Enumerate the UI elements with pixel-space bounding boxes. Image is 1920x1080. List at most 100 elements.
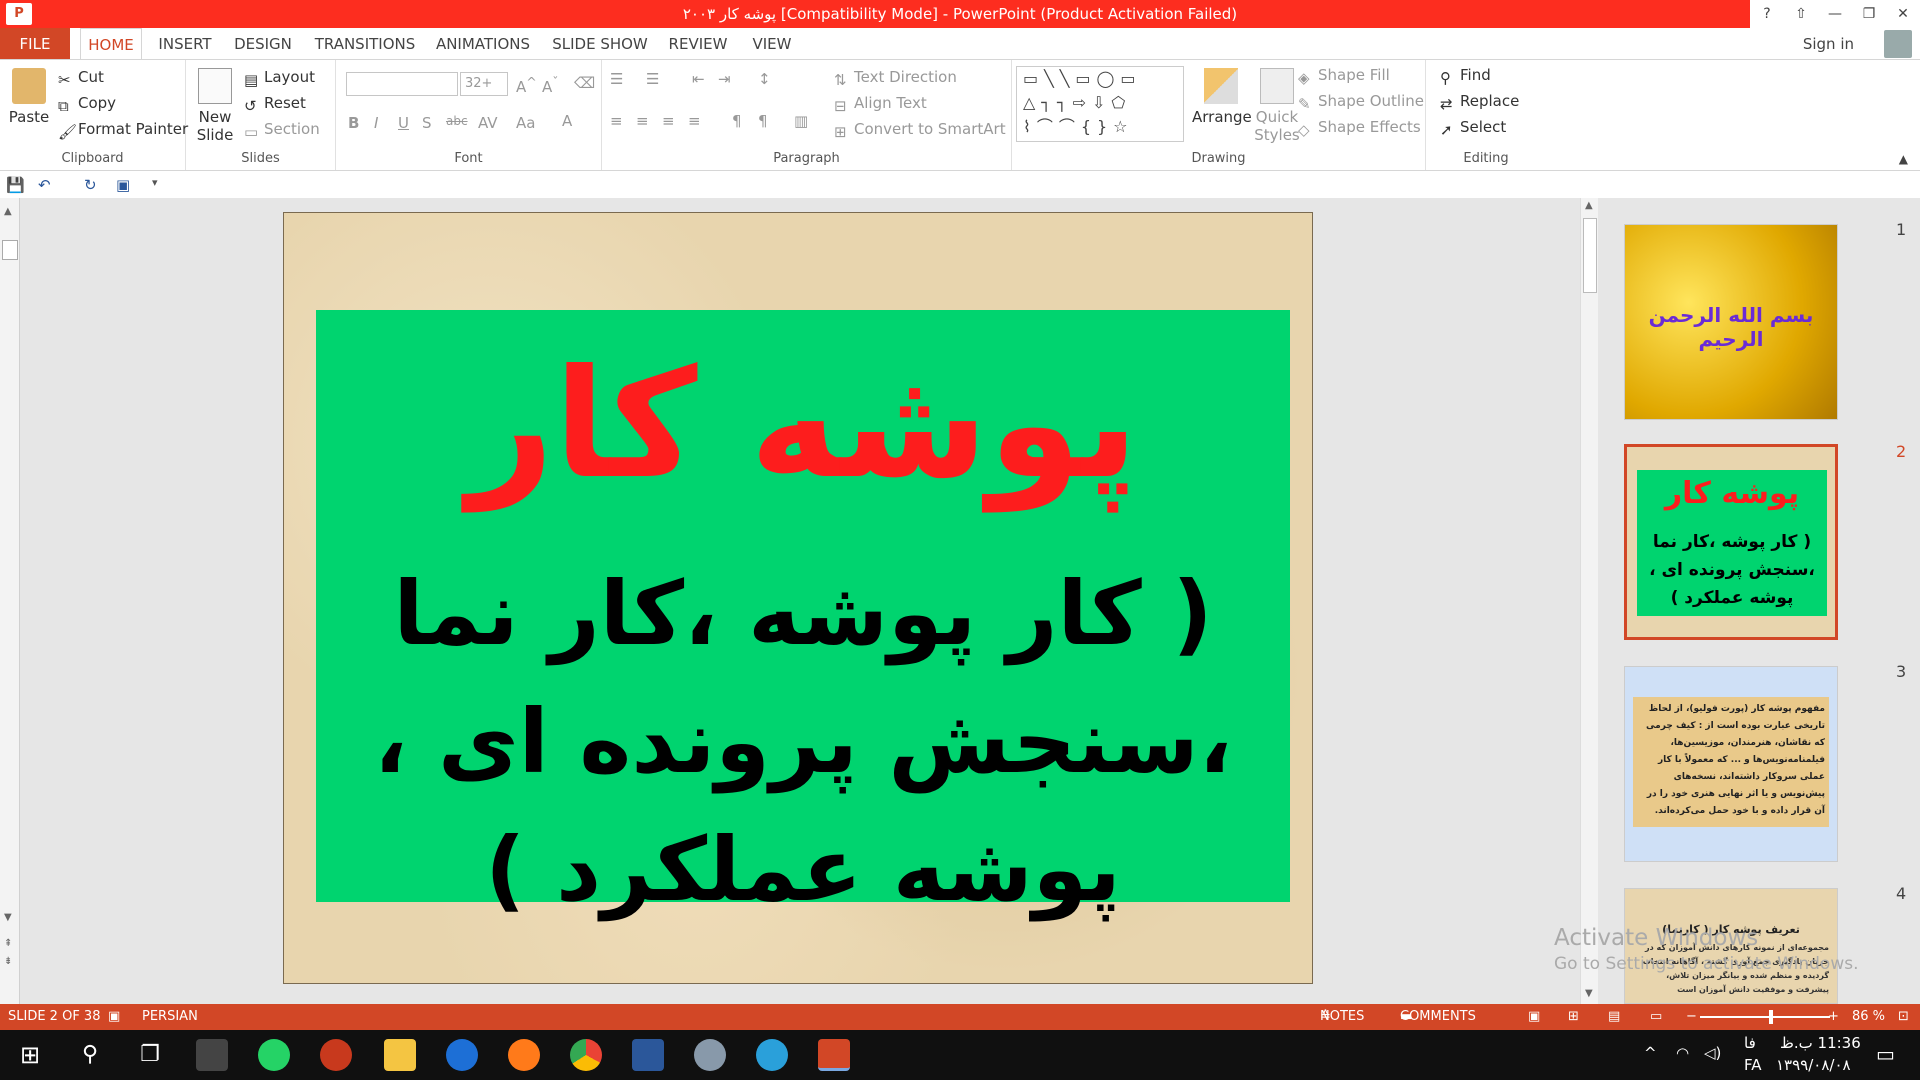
paint-icon[interactable]	[694, 1039, 726, 1071]
scroll-down-icon[interactable]: ▼	[4, 912, 12, 923]
char-spacing-icon[interactable]: AV	[478, 114, 498, 132]
slide-thumbnail-3[interactable]: مفهوم پوشه کار (پورت فولیو)، از لحاظ تار…	[1624, 666, 1838, 862]
user-avatar[interactable]	[1884, 30, 1912, 58]
slide-sorter-icon[interactable]: ⊞	[1568, 1004, 1579, 1030]
firefox-icon[interactable]	[508, 1039, 540, 1071]
copy-button[interactable]: ⧉ Copy	[58, 94, 116, 115]
taskbar-clock[interactable]: 11:36 ب.ظ	[1780, 1034, 1861, 1052]
reset-button[interactable]: ↺ Reset	[244, 94, 306, 115]
new-slide-button[interactable]: New Slide	[192, 68, 238, 144]
find-button[interactable]: ⚲ Find	[1440, 66, 1491, 87]
align-left-icon[interactable]: ≡	[610, 112, 623, 130]
tab-slide-show[interactable]: SLIDE SHOW	[548, 28, 652, 60]
start-slideshow-icon[interactable]: ▣	[116, 176, 130, 194]
slide-thumbnail-2[interactable]: پوشه کار ( کار پوشه ،کار نما ،سنجش پروند…	[1624, 444, 1838, 640]
spelling-icon[interactable]: ▣	[108, 1004, 120, 1030]
task-view-icon[interactable]: ❐	[134, 1039, 166, 1071]
wifi-icon[interactable]: ◠	[1676, 1044, 1689, 1062]
tab-view[interactable]: VIEW	[746, 28, 798, 60]
shrink-font-icon[interactable]: Aˇ	[542, 74, 559, 96]
taskbar-date[interactable]: ۱۳۹۹/۰۸/۰۸	[1776, 1056, 1851, 1074]
underline-icon[interactable]: U	[398, 114, 409, 132]
shape-effects-button[interactable]: ◇ Shape Effects	[1298, 118, 1421, 139]
redo-icon[interactable]: ↻	[84, 176, 97, 194]
line-spacing-icon[interactable]: ↕	[758, 70, 771, 88]
chrome-icon[interactable]	[570, 1039, 602, 1071]
notifications-icon[interactable]: ▭	[1876, 1042, 1895, 1066]
slide-title[interactable]: پوشه کار	[316, 340, 1290, 510]
tab-home[interactable]: HOME	[80, 28, 142, 60]
file-explorer-icon[interactable]	[384, 1039, 416, 1071]
zoom-slider[interactable]	[1700, 1010, 1830, 1024]
undo-icon[interactable]: ↶	[38, 176, 51, 194]
select-button[interactable]: ➚ Select	[1440, 118, 1506, 139]
language-indicator[interactable]: PERSIAN	[142, 1004, 198, 1030]
shape-fill-button[interactable]: ◈ Shape Fill	[1298, 66, 1390, 87]
change-case-icon[interactable]: Aa	[516, 114, 535, 132]
layout-button[interactable]: ▤ Layout	[244, 68, 315, 89]
decrease-indent-icon[interactable]: ⇤	[692, 70, 705, 88]
maximize-button[interactable]: ❐	[1852, 0, 1886, 28]
zoom-level[interactable]: 86 %	[1852, 1004, 1885, 1030]
powerpoint-taskbar-icon[interactable]	[818, 1039, 850, 1071]
scrollbar-down-icon[interactable]: ▼	[1585, 988, 1593, 999]
shape-outline-button[interactable]: ✎ Shape Outline	[1298, 92, 1424, 113]
quick-styles-button[interactable]: Quick Styles	[1252, 68, 1302, 144]
tab-insert[interactable]: INSERT	[155, 28, 215, 60]
shadow-icon[interactable]: S	[422, 114, 432, 132]
volume-icon[interactable]: ◁)	[1704, 1044, 1721, 1062]
wps-presentation-icon[interactable]	[320, 1039, 352, 1071]
tab-animations[interactable]: ANIMATIONS	[432, 28, 534, 60]
telegram-icon[interactable]	[756, 1039, 788, 1071]
fit-to-window-icon[interactable]: ⊡	[1898, 1004, 1909, 1030]
tray-chevron-icon[interactable]: ^	[1644, 1044, 1657, 1062]
italic-icon[interactable]: I	[374, 114, 378, 132]
replace-button[interactable]: ⇄ Replace	[1440, 92, 1519, 113]
calculator-icon[interactable]	[196, 1039, 228, 1071]
next-slide-icon[interactable]: ⇟	[4, 956, 12, 967]
zoom-in-button[interactable]: +	[1828, 1004, 1839, 1030]
slideshow-view-icon[interactable]: ▭	[1650, 1004, 1662, 1030]
font-size-box[interactable]: 32+	[460, 72, 508, 96]
search-icon[interactable]: ⚲	[74, 1039, 106, 1071]
scroll-up-icon[interactable]: ▲	[4, 206, 12, 217]
sign-in-link[interactable]: Sign in	[1803, 28, 1854, 60]
grow-font-icon[interactable]: A^	[516, 74, 537, 96]
prev-slide-icon[interactable]: ⇞	[4, 938, 12, 949]
word-icon[interactable]	[632, 1039, 664, 1071]
slide-thumbnail-1[interactable]: بسم الله الرحمن الرحیم	[1624, 224, 1838, 420]
font-color-icon[interactable]: A	[562, 112, 572, 130]
rtl-icon[interactable]: ¶	[758, 112, 768, 130]
tab-review[interactable]: REVIEW	[664, 28, 732, 60]
tab-design[interactable]: DESIGN	[228, 28, 298, 60]
ltr-icon[interactable]: ¶	[732, 112, 742, 130]
zoom-slider-knob[interactable]	[1769, 1010, 1774, 1024]
keyboard-language-fa[interactable]: فا	[1744, 1034, 1756, 1052]
windows-start-icon[interactable]: ⊞	[14, 1039, 46, 1071]
slide-green-box[interactable]: پوشه کار ( کار پوشه ،کار نما ،سنجش پروند…	[316, 310, 1290, 921]
clear-format-icon[interactable]: ⌫	[574, 74, 595, 92]
customize-qat-icon[interactable]: ▾	[152, 176, 158, 189]
bullets-icon[interactable]: ☰	[610, 70, 623, 88]
bold-icon[interactable]: B	[348, 114, 359, 132]
cut-button[interactable]: ✂ Cut	[58, 68, 104, 89]
collapse-ribbon-icon[interactable]: ▲	[1899, 152, 1908, 166]
shapes-gallery[interactable]: ▭╲╲▭◯▭ △┐┐⇨⇩⬠ ⌇⌒⌒{}☆	[1016, 66, 1184, 142]
zoom-out-button[interactable]: −	[1686, 1004, 1697, 1030]
tab-file[interactable]: FILE	[0, 28, 70, 60]
align-center-icon[interactable]: ≡	[636, 112, 649, 130]
slide-subtitle[interactable]: ( کار پوشه ،کار نما ،سنجش پرونده ای ، پو…	[346, 550, 1260, 934]
justify-icon[interactable]: ≡	[688, 112, 701, 130]
font-name-box[interactable]	[346, 72, 458, 96]
scrollbar-thumb[interactable]	[1583, 218, 1597, 293]
text-direction-button[interactable]: ⇅ Text Direction	[834, 68, 957, 89]
browser-icon[interactable]	[446, 1039, 478, 1071]
strikethrough-icon[interactable]: abc	[446, 114, 468, 128]
slide-canvas[interactable]: پوشه کار ( کار پوشه ،کار نما ،سنجش پروند…	[283, 212, 1313, 984]
normal-view-icon[interactable]: ▣	[1528, 1004, 1540, 1030]
numbering-icon[interactable]: ☰	[646, 70, 659, 88]
columns-icon[interactable]: ▥	[794, 112, 808, 130]
format-painter-button[interactable]: 🖌Format Painter	[58, 120, 188, 141]
paste-button[interactable]: Paste	[6, 68, 52, 126]
reading-view-icon[interactable]: ▤	[1608, 1004, 1620, 1030]
